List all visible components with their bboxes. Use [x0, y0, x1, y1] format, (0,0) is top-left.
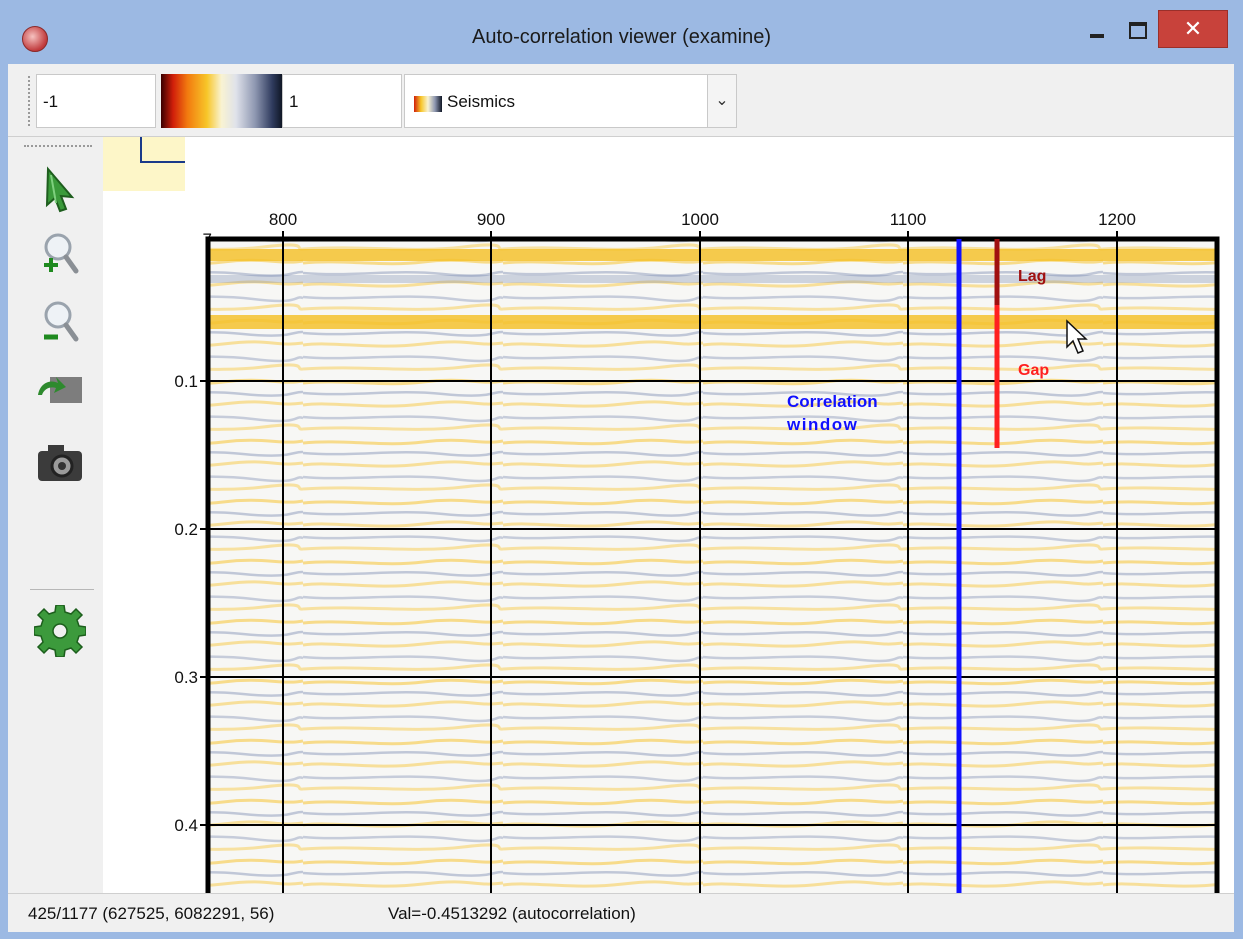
- color-toolbar: -1 1 Seismics ⌄: [8, 64, 1234, 137]
- x-tick-label: 1100: [890, 210, 927, 229]
- x-tick-label: 1200: [1098, 210, 1136, 229]
- seismic-image: [208, 239, 1217, 893]
- client-area: -1 1 Seismics ⌄ 800 900 1000 1100 1200 0…: [8, 64, 1234, 932]
- colortable-name: Seismics: [447, 92, 516, 111]
- pointer-tool-icon[interactable]: [34, 163, 86, 215]
- colortable-select[interactable]: Seismics ⌄: [404, 74, 737, 128]
- window-title: Auto-correlation viewer (examine): [471, 26, 771, 48]
- toolbar-separator: [30, 589, 94, 590]
- toolbar-grip[interactable]: [28, 76, 34, 126]
- y-tick-label: 0.3: [174, 668, 198, 687]
- app-window: Auto-correlation viewer (examine) ✕ -1 1…: [0, 0, 1243, 939]
- gap-label: Gap: [1018, 362, 1049, 379]
- x-tick-label: 900: [477, 210, 505, 229]
- chevron-down-icon[interactable]: ⌄: [707, 75, 736, 127]
- y-tick-label: 0.2: [174, 520, 198, 539]
- colorbar: [161, 74, 282, 128]
- correlation-window-label-2: window: [786, 415, 858, 434]
- correlation-window-label: Correlation: [787, 392, 878, 411]
- maximize-button[interactable]: [1118, 10, 1158, 50]
- overview-panel[interactable]: [103, 137, 185, 191]
- y-tick-label: 0.4: [174, 816, 198, 835]
- side-toolbar-grip[interactable]: [24, 145, 92, 151]
- x-tick-label: 1000: [681, 210, 719, 229]
- strong-reflector-2: [208, 315, 1217, 329]
- color-range-max-input[interactable]: 1: [282, 74, 402, 128]
- snapshot-camera-icon[interactable]: [34, 437, 86, 489]
- color-range-min-input[interactable]: -1: [36, 74, 156, 128]
- lag-label: Lag: [1018, 268, 1046, 285]
- colortable-swatch-icon: [414, 96, 442, 112]
- zoom-out-icon[interactable]: [34, 297, 86, 349]
- strong-reflector-1: [208, 249, 1217, 261]
- seismic-viewer[interactable]: 8009001000110012000.10.20.30.40.4607LagG…: [103, 137, 1234, 893]
- close-button[interactable]: ✕: [1158, 10, 1228, 48]
- value-readout: Val=-0.4513292 (autocorrelation): [388, 904, 636, 923]
- negative-reflector: [208, 275, 1217, 283]
- cursor-position-readout: 425/1177 (627525, 6082291, 56): [28, 904, 275, 923]
- y-tick-label: 0.1: [174, 372, 198, 391]
- zoom-in-icon[interactable]: [34, 229, 86, 281]
- title-bar: Auto-correlation viewer (examine) ✕: [0, 0, 1243, 64]
- minimize-button[interactable]: [1078, 10, 1118, 50]
- side-toolbar: [8, 137, 103, 893]
- settings-gear-icon[interactable]: [34, 605, 86, 657]
- view-all-icon[interactable]: [34, 363, 86, 415]
- status-bar: 425/1177 (627525, 6082291, 56) Val=-0.45…: [8, 893, 1234, 932]
- seismic-plot[interactable]: 8009001000110012000.10.20.30.40.4607LagG…: [103, 137, 1234, 893]
- x-tick-label: 800: [269, 210, 297, 229]
